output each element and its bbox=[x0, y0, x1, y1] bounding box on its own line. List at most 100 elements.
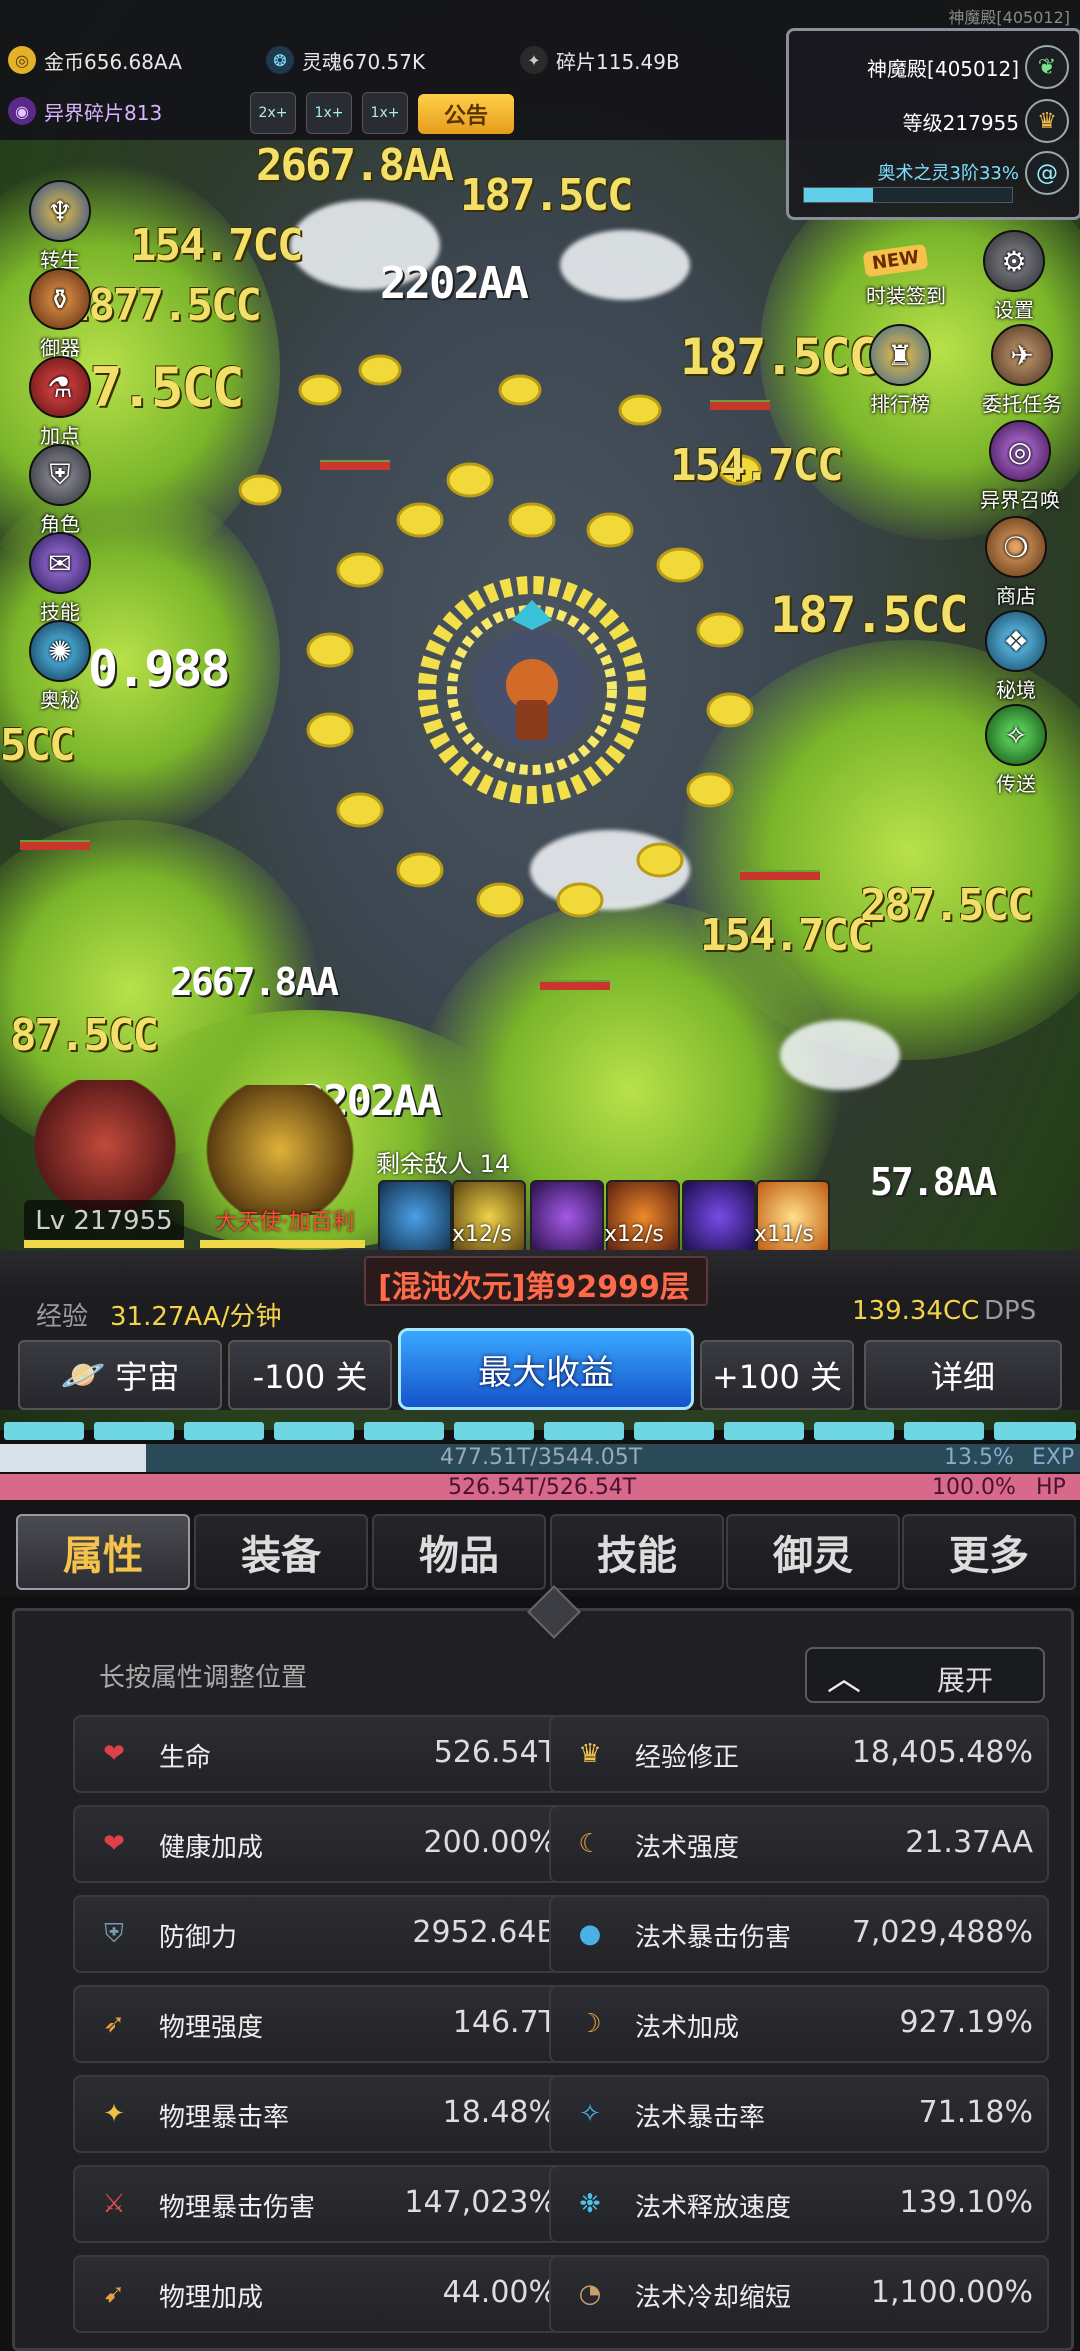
fashion-signin-button[interactable]: 时装签到 bbox=[846, 280, 966, 309]
skill-slot[interactable] bbox=[682, 1180, 756, 1254]
pet-avatar[interactable] bbox=[200, 1085, 360, 1215]
attribute-name: 法术暴击率 bbox=[635, 2103, 766, 2133]
damage-number: 187.5CC bbox=[680, 328, 879, 386]
dps-label: DPS bbox=[984, 1296, 1037, 1326]
damage-number: 187.5CC bbox=[770, 586, 969, 644]
progress-segment bbox=[544, 1422, 624, 1440]
vortex-icon: ✺ bbox=[29, 620, 91, 682]
staff-plus-icon: ☽ bbox=[578, 2009, 602, 2039]
max-profit-button[interactable]: 最大收益 bbox=[398, 1328, 694, 1410]
hp-percent: 100.0% bbox=[932, 1475, 1016, 1500]
mystery-button[interactable]: ✺ 奥秘 bbox=[20, 620, 100, 713]
leaderboard-label: 排行榜 bbox=[870, 392, 930, 416]
arcane-progress bbox=[803, 187, 1013, 203]
attribute-card[interactable]: ☾ 法术强度 21.37AA bbox=[549, 1805, 1049, 1883]
attribute-value: 526.54T bbox=[433, 1735, 557, 1770]
speed-button[interactable]: 2x+ bbox=[250, 92, 296, 134]
skill-slot[interactable] bbox=[530, 1180, 604, 1254]
arcane-spirit: 奥术之灵3阶33% bbox=[877, 163, 1019, 184]
attribute-card[interactable]: ✧ 法术暴击率 71.18% bbox=[549, 2075, 1049, 2153]
attribute-name: 法术冷却缩短 bbox=[635, 2283, 792, 2313]
hp-bar: 526.54T/526.54T 100.0% HP bbox=[0, 1474, 1080, 1500]
attribute-card[interactable]: ❉ 法术释放速度 139.10% bbox=[549, 2165, 1049, 2243]
exp-tag: EXP bbox=[1032, 1445, 1075, 1470]
heart-icon: ❤ bbox=[103, 1739, 125, 1769]
tab-items[interactable]: 物品 bbox=[372, 1514, 546, 1590]
guild-panel[interactable]: 神魔殿[405012] ❦ 等级217955 ♛ 奥术之灵3阶33% @ bbox=[786, 28, 1080, 220]
tab-skills[interactable]: 技能 bbox=[550, 1514, 724, 1590]
crit-icon: ✦ bbox=[103, 2099, 125, 2129]
add-points-button[interactable]: ⚗ 加点 bbox=[20, 356, 100, 449]
tab-attributes[interactable]: 属性 bbox=[16, 1514, 190, 1590]
soul-resource: ❂ 灵魂670.57K bbox=[266, 38, 425, 82]
attribute-card[interactable]: ⚔ 物理暴击伤害 147,023% bbox=[73, 2165, 573, 2243]
arcane-progress-fill bbox=[804, 188, 873, 202]
fragment-value: 碎片115.49B bbox=[556, 49, 680, 74]
skill-rate: x11/s bbox=[754, 1222, 814, 1247]
damage-number: 2667.8AA bbox=[170, 960, 339, 1004]
universe-button[interactable]: 🪐 宇宙 bbox=[18, 1340, 222, 1410]
attribute-card[interactable]: ⛨ 防御力 2952.64B bbox=[73, 1895, 573, 1973]
attributes-panel: 长按属性调整位置 ︿ 展开 ❤ 生命 526.54T ❤ 健康加成 200.00% ⛨ 防御力… bbox=[12, 1585, 1074, 2351]
attribute-card[interactable]: ❤ 健康加成 200.00% bbox=[73, 1805, 573, 1883]
attribute-name: 物理加成 bbox=[159, 2283, 264, 2313]
progress-segment bbox=[94, 1422, 174, 1440]
tab-more[interactable]: 更多 bbox=[902, 1514, 1076, 1590]
crown-icon: ♛ bbox=[1025, 99, 1069, 143]
shop-label: 商店 bbox=[996, 584, 1036, 608]
enemy-hp-bar bbox=[740, 870, 820, 880]
adjust-hint: 长按属性调整位置 bbox=[99, 1663, 308, 1693]
speed-button[interactable]: 1x+ bbox=[306, 92, 352, 134]
damage-number: 154.7CC bbox=[700, 910, 873, 961]
portal-icon: ◎ bbox=[989, 420, 1051, 482]
player-avatar[interactable] bbox=[30, 1080, 180, 1210]
artifact-button[interactable]: ⚱ 御器 bbox=[20, 268, 100, 361]
secret-realm-button[interactable]: ❖ 秘境 bbox=[976, 610, 1056, 703]
attribute-card[interactable]: ❤ 生命 526.54T bbox=[73, 1715, 573, 1793]
rebirth-button[interactable]: ♆ 转生 bbox=[20, 180, 100, 273]
main-tabs: 属性 装备 物品 技能 御灵 更多 bbox=[0, 1500, 1080, 1596]
plus-100-button[interactable]: +100 关 bbox=[700, 1340, 854, 1410]
attribute-card[interactable]: ◔ 法术冷却缩短 1,100.00% bbox=[549, 2255, 1049, 2333]
attribute-card[interactable]: ✦ 物理暴击率 18.48% bbox=[73, 2075, 573, 2153]
commission-button[interactable]: ✈ 委托任务 bbox=[970, 324, 1074, 417]
tab-equipment[interactable]: 装备 bbox=[194, 1514, 368, 1590]
expand-button[interactable]: ︿ 展开 bbox=[805, 1647, 1045, 1703]
shop-button[interactable]: ❍ 商店 bbox=[976, 516, 1056, 609]
attribute-card[interactable]: ☽ 法术加成 927.19% bbox=[549, 1985, 1049, 2063]
spiral-icon: @ bbox=[1025, 151, 1069, 195]
attribute-card[interactable]: ➶ 物理强度 146.7T bbox=[73, 1985, 573, 2063]
detail-button[interactable]: 详细 bbox=[864, 1340, 1062, 1410]
heart-plus-icon: ❤ bbox=[103, 1829, 125, 1859]
minus-100-button[interactable]: -100 关 bbox=[228, 1340, 392, 1410]
attribute-card[interactable]: ♛ 经验修正 18,405.48% bbox=[549, 1715, 1049, 1793]
attribute-name: 法术释放速度 bbox=[635, 2193, 792, 2223]
progress-segment bbox=[274, 1422, 354, 1440]
skill-rate: x12/s bbox=[604, 1222, 664, 1247]
expand-label: 展开 bbox=[937, 1664, 994, 1697]
summon-button[interactable]: ◎ 异界召唤 bbox=[968, 420, 1072, 513]
character-button[interactable]: ⛨ 角色 bbox=[20, 444, 100, 537]
speed-button[interactable]: 1x+ bbox=[362, 92, 408, 134]
attribute-name: 物理强度 bbox=[159, 2013, 264, 2043]
attribute-card[interactable]: ● 法术暴击伤害 7,029,488% bbox=[549, 1895, 1049, 1973]
attribute-name: 法术强度 bbox=[635, 1833, 740, 1863]
pet-level-bar bbox=[200, 1240, 365, 1248]
damage-number: 154.7CC bbox=[130, 220, 303, 271]
crit-damage-icon: ⚔ bbox=[102, 2189, 126, 2219]
attribute-card[interactable]: ➹ 物理加成 44.00% bbox=[73, 2255, 573, 2333]
tab-spirits[interactable]: 御灵 bbox=[726, 1514, 900, 1590]
skills-button[interactable]: ✉ 技能 bbox=[20, 532, 100, 625]
attribute-value: 18,405.48% bbox=[851, 1735, 1033, 1770]
fashion-signin-label: 时装签到 bbox=[866, 284, 946, 308]
attribute-value: 1,100.00% bbox=[870, 2275, 1033, 2310]
orb-icon: ● bbox=[578, 1919, 602, 1949]
settings-button[interactable]: ⚙ 设置 bbox=[974, 230, 1054, 323]
skill-slot[interactable] bbox=[378, 1180, 452, 1254]
progress-segment bbox=[184, 1422, 264, 1440]
leaderboard-button[interactable]: ♜ 排行榜 bbox=[860, 324, 940, 417]
pouch-icon: ❍ bbox=[985, 516, 1047, 578]
notice-button[interactable]: 公告 bbox=[418, 94, 514, 134]
teleport-button[interactable]: ✧ 传送 bbox=[976, 704, 1056, 797]
gold-value: 金币656.68AA bbox=[44, 49, 182, 74]
